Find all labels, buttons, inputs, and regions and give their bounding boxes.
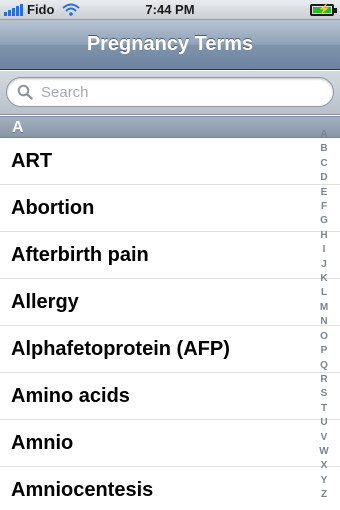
list-item[interactable]: Abortion xyxy=(0,185,340,232)
index-letter[interactable]: G xyxy=(320,214,328,228)
list-item-label: Amino acids xyxy=(11,384,130,407)
index-letter[interactable]: P xyxy=(321,344,328,358)
index-letter[interactable]: Y xyxy=(321,474,328,488)
index-letter[interactable]: B xyxy=(320,142,327,156)
index-letter[interactable]: Z xyxy=(321,488,327,502)
list-item-label: Amnio xyxy=(11,431,74,454)
section-header: A xyxy=(0,116,340,138)
list-item-label: Alphafetoprotein (AFP) xyxy=(11,337,230,360)
search-icon xyxy=(17,84,33,100)
list-item-label: Abortion xyxy=(11,196,95,219)
search-bar: Search xyxy=(0,71,340,115)
index-letter[interactable]: U xyxy=(320,416,327,430)
index-letter[interactable]: F xyxy=(321,200,327,214)
index-letter[interactable]: O xyxy=(320,330,328,344)
index-letter[interactable]: Q xyxy=(320,359,328,373)
navigation-bar: Pregnancy Terms xyxy=(0,20,340,70)
status-bar: Fido 7:44 PM ⚡ xyxy=(0,0,340,20)
list-item[interactable]: Amnio xyxy=(0,420,340,467)
index-letter[interactable]: M xyxy=(320,301,328,315)
index-letter[interactable]: X xyxy=(321,459,328,473)
list-item-label: Amniocentesis xyxy=(11,478,154,501)
list-item[interactable]: Allergy xyxy=(0,279,340,326)
index-letter[interactable]: A xyxy=(320,128,327,142)
index-letter[interactable]: J xyxy=(321,258,327,272)
index-letter[interactable]: T xyxy=(321,402,327,416)
battery-charging-icon: ⚡ xyxy=(310,4,337,16)
list-item[interactable]: Amino acids xyxy=(0,373,340,420)
index-letter[interactable]: E xyxy=(321,186,328,200)
index-letter[interactable]: I xyxy=(323,243,326,257)
list-item-label: Allergy xyxy=(11,290,79,313)
index-letter[interactable]: V xyxy=(321,431,328,445)
list-item[interactable]: ART xyxy=(0,138,340,185)
search-placeholder: Search xyxy=(41,83,89,101)
section-header-label: A xyxy=(12,119,24,136)
index-letter[interactable]: K xyxy=(320,272,327,286)
status-time: 7:44 PM xyxy=(145,2,195,17)
terms-list: ART Abortion Afterbirth pain Allergy Alp… xyxy=(0,138,340,510)
index-letter[interactable]: H xyxy=(320,229,327,243)
index-letter[interactable]: N xyxy=(320,315,327,329)
index-letter[interactable]: R xyxy=(320,373,327,387)
page-title: Pregnancy Terms xyxy=(86,33,254,55)
list-item-label: ART xyxy=(11,149,53,172)
index-letter[interactable]: W xyxy=(319,445,328,459)
list-item-label: Afterbirth pain xyxy=(11,243,149,266)
list-item[interactable]: Alphafetoprotein (AFP) xyxy=(0,326,340,373)
list-item[interactable]: Afterbirth pain xyxy=(0,232,340,279)
index-letter[interactable]: D xyxy=(320,171,327,185)
list-item[interactable]: Amniocentesis xyxy=(0,467,340,510)
search-input[interactable]: Search xyxy=(6,77,334,107)
index-letter[interactable]: C xyxy=(320,157,327,171)
index-letter[interactable]: S xyxy=(321,387,328,401)
section-index[interactable]: A B C D E F G H I J K L M N O P Q R S T … xyxy=(318,128,330,503)
index-letter[interactable]: L xyxy=(321,286,327,300)
